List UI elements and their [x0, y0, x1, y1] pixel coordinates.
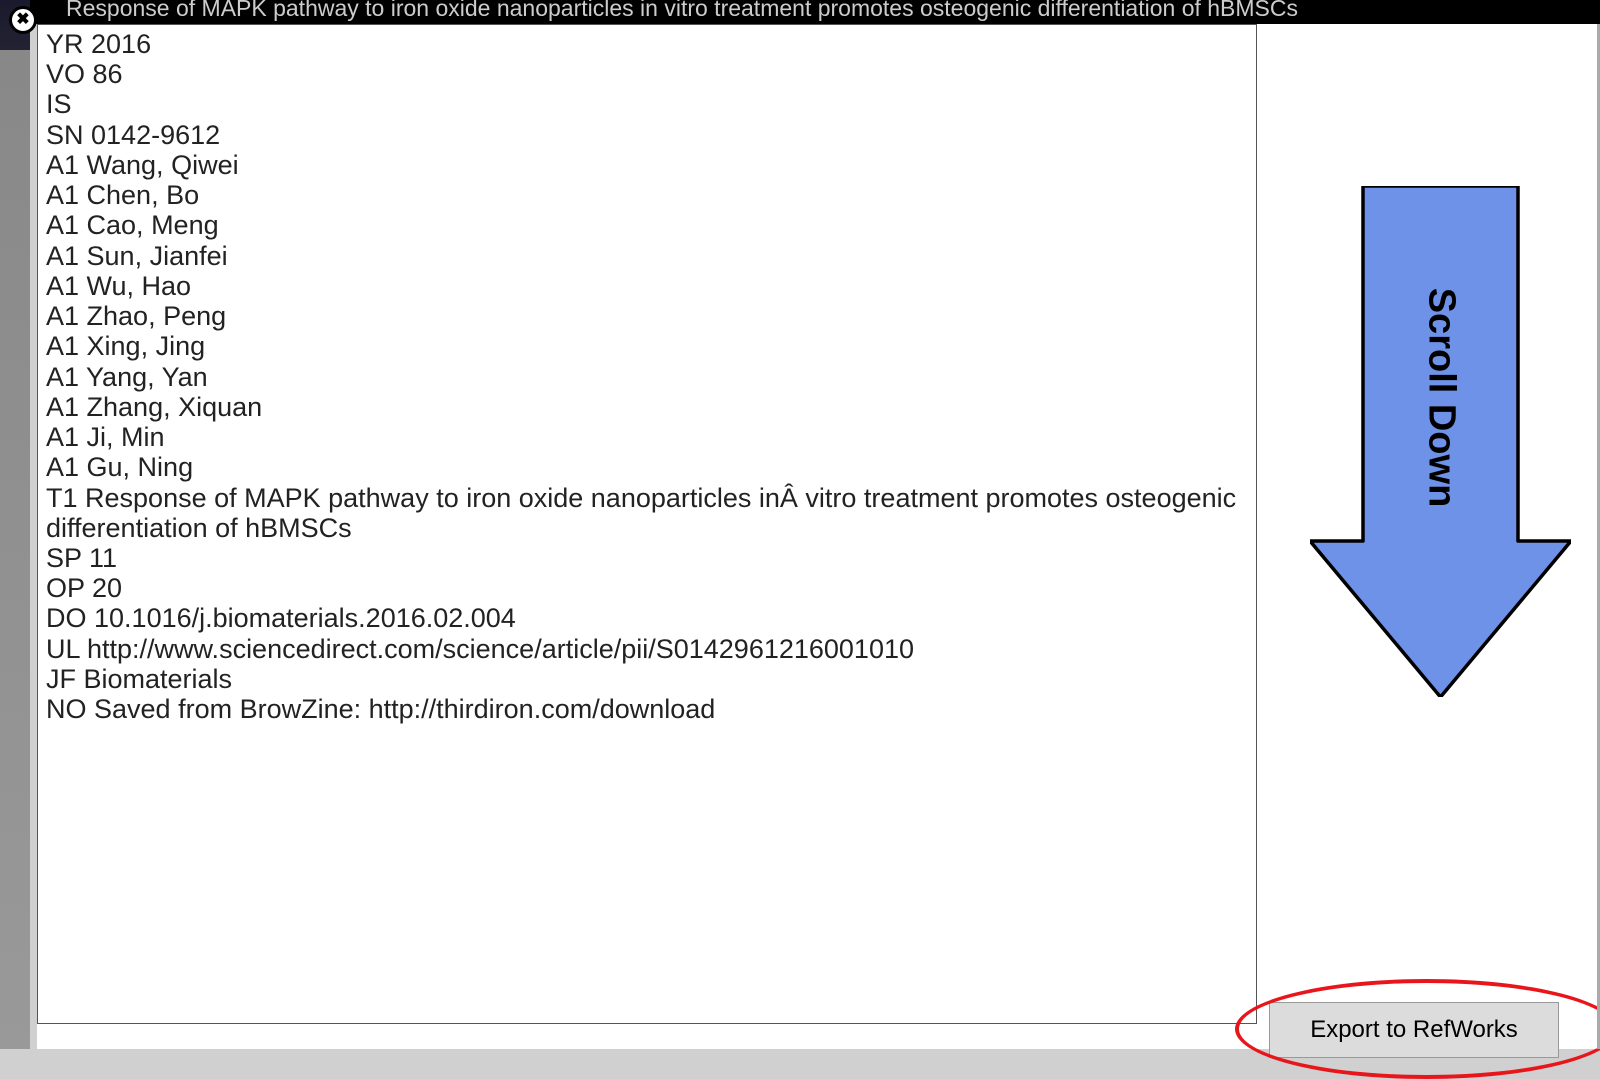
author-9: Ji, Min	[87, 422, 165, 452]
citation-do: DO 10.1016/j.biomaterials.2016.02.004	[46, 603, 1248, 633]
do-value: 10.1016/j.biomaterials.2016.02.004	[94, 603, 516, 633]
citation-vo: VO 86	[46, 59, 1248, 89]
author-0: Wang, Qiwei	[87, 150, 239, 180]
export-to-refworks-button[interactable]: Export to RefWorks	[1269, 1002, 1559, 1058]
citation-a1-2: A1 Cao, Meng	[46, 210, 1248, 240]
main-content-area: YR 2016 VO 86 IS SN 0142-9612 A1 Wang, Q…	[37, 24, 1600, 1049]
citation-sp: SP 11	[46, 543, 1248, 573]
author-2: Cao, Meng	[87, 210, 219, 240]
citation-sn: SN 0142-9612	[46, 120, 1248, 150]
author-7: Yang, Yan	[86, 362, 208, 392]
yr-value: 2016	[91, 29, 151, 59]
sp-value: 11	[89, 543, 117, 573]
left-window-strip	[0, 0, 30, 1049]
citation-is: IS	[46, 89, 1248, 119]
citation-a1-9: A1 Ji, Min	[46, 422, 1248, 452]
window-title: Response of MAPK pathway to iron oxide n…	[66, 0, 1298, 21]
export-button-label: Export to RefWorks	[1310, 1016, 1518, 1044]
citation-a1-0: A1 Wang, Qiwei	[46, 150, 1248, 180]
citation-no: NO Saved from BrowZine: http://thirdiron…	[46, 694, 1248, 724]
citation-textarea[interactable]: YR 2016 VO 86 IS SN 0142-9612 A1 Wang, Q…	[37, 24, 1257, 1024]
no-value: Saved from BrowZine: http://thirdiron.co…	[94, 694, 715, 724]
author-1: Chen, Bo	[87, 180, 200, 210]
ul-value: http://www.sciencedirect.com/science/art…	[87, 634, 914, 664]
citation-yr: YR 2016	[46, 29, 1248, 59]
citation-a1-3: A1 Sun, Jianfei	[46, 241, 1248, 271]
citation-op: OP 20	[46, 573, 1248, 603]
author-10: Gu, Ning	[87, 452, 194, 482]
citation-ul: UL http://www.sciencedirect.com/science/…	[46, 634, 1248, 664]
author-8: Zhang, Xiquan	[87, 392, 263, 422]
author-5: Zhao, Peng	[87, 301, 227, 331]
scroll-down-arrow-annotation: Scroll Down	[1310, 186, 1571, 697]
citation-a1-7: A1 Yang, Yan	[46, 362, 1248, 392]
op-value: 20	[92, 573, 122, 603]
scroll-down-label: Scroll Down	[1419, 288, 1462, 508]
t1-value: Response of MAPK pathway to iron oxide n…	[46, 483, 1236, 543]
window-title-bar: Response of MAPK pathway to iron oxide n…	[30, 0, 1600, 24]
citation-a1-4: A1 Wu, Hao	[46, 271, 1248, 301]
vo-value: 86	[93, 59, 123, 89]
citation-a1-5: A1 Zhao, Peng	[46, 301, 1248, 331]
close-button[interactable]	[9, 6, 37, 34]
author-4: Wu, Hao	[87, 271, 192, 301]
sn-value: 0142-9612	[91, 120, 220, 150]
citation-t1: T1 Response of MAPK pathway to iron oxid…	[46, 483, 1248, 543]
jf-value: Biomaterials	[84, 664, 233, 694]
citation-a1-8: A1 Zhang, Xiquan	[46, 392, 1248, 422]
author-6: Xing, Jing	[87, 331, 206, 361]
citation-a1-10: A1 Gu, Ning	[46, 452, 1248, 482]
citation-jf: JF Biomaterials	[46, 664, 1248, 694]
citation-a1-6: A1 Xing, Jing	[46, 331, 1248, 361]
author-3: Sun, Jianfei	[87, 241, 228, 271]
citation-a1-1: A1 Chen, Bo	[46, 180, 1248, 210]
